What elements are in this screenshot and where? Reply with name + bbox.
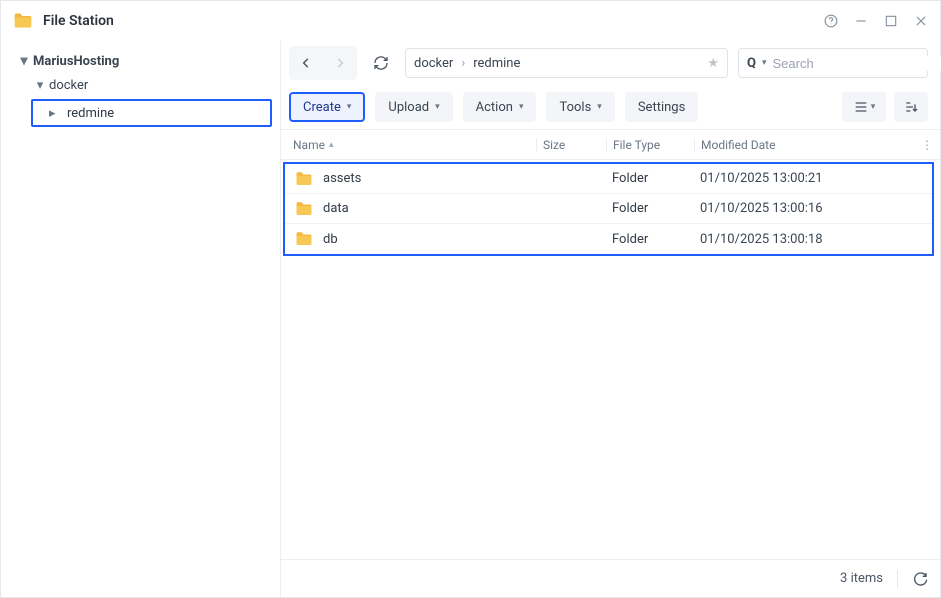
favorite-star-icon[interactable]: ★ [707, 56, 719, 71]
search-icon: Q [747, 56, 756, 71]
chevron-down-icon: ▾ [347, 102, 352, 112]
columns-menu-icon[interactable]: ⋮ [914, 138, 940, 152]
folder-icon [295, 170, 313, 188]
tree-root[interactable]: ▾ MariusHosting [1, 49, 280, 73]
search-box[interactable]: Q▾ [738, 48, 928, 78]
divider [897, 570, 898, 588]
main-panel: docker › redmine ★ Q▾ Create▾ Upload▾ Ac… [281, 41, 940, 597]
table-row[interactable]: db Folder 01/10/2025 13:00:18 [285, 224, 932, 254]
view-list-button[interactable]: ▾ [842, 92, 886, 122]
tree-item-label: redmine [67, 106, 114, 121]
app-title: File Station [43, 13, 114, 29]
action-button[interactable]: Action▾ [463, 92, 537, 122]
file-modified: 01/10/2025 13:00:18 [694, 232, 932, 247]
tree-item-docker[interactable]: ▾ docker [1, 73, 280, 97]
item-count: 3 items [840, 571, 883, 586]
file-table: Name▴ Size File Type Modified Date ⋮ ass… [281, 129, 940, 559]
chevron-right-icon: › [461, 56, 465, 71]
chevron-down-icon[interactable]: ▾ [15, 53, 33, 69]
file-name: data [323, 201, 349, 216]
file-type: Folder [606, 232, 694, 247]
chevron-right-icon[interactable]: ▸ [49, 106, 65, 121]
chevron-down-icon: ▾ [871, 102, 876, 112]
tools-button[interactable]: Tools▾ [546, 92, 614, 122]
search-input[interactable] [773, 56, 941, 71]
chevron-down-icon[interactable]: ▾ [31, 78, 49, 93]
app-folder-icon [13, 11, 33, 31]
tree-item-redmine[interactable]: ▸ redmine [31, 99, 272, 127]
file-name: db [323, 232, 338, 247]
nav-buttons [289, 46, 357, 80]
minimize-icon[interactable] [854, 14, 868, 28]
back-button[interactable] [292, 49, 320, 77]
status-bar: 3 items [281, 559, 940, 597]
reload-icon[interactable] [912, 571, 928, 587]
navigation-bar: docker › redmine ★ Q▾ [281, 41, 940, 85]
titlebar: File Station [1, 1, 940, 41]
tree-root-label: MariusHosting [33, 54, 119, 69]
column-header-modified[interactable]: Modified Date [694, 138, 914, 152]
table-header: Name▴ Size File Type Modified Date ⋮ [281, 130, 940, 160]
chevron-down-icon: ▾ [597, 102, 602, 112]
sidebar-tree: ▾ MariusHosting ▾ docker ▸ redmine [1, 41, 281, 597]
action-toolbar: Create▾ Upload▾ Action▾ Tools▾ Settings … [281, 85, 940, 129]
refresh-button[interactable] [367, 49, 395, 77]
file-modified: 01/10/2025 13:00:16 [694, 201, 932, 216]
chevron-down-icon: ▾ [519, 102, 524, 112]
chevron-down-icon: ▾ [435, 102, 440, 112]
upload-button[interactable]: Upload▾ [375, 92, 452, 122]
file-name: assets [323, 171, 361, 186]
table-row[interactable]: assets Folder 01/10/2025 13:00:21 [285, 164, 932, 194]
sort-asc-icon: ▴ [329, 140, 334, 150]
folder-icon [295, 200, 313, 218]
breadcrumb[interactable]: docker › redmine ★ [405, 48, 728, 78]
help-icon[interactable] [824, 14, 838, 28]
close-icon[interactable] [914, 14, 928, 28]
file-station-window: File Station ▾ MariusHosting ▾ docker ▸ … [0, 0, 941, 598]
file-list-highlight: assets Folder 01/10/2025 13:00:21 data F… [283, 162, 934, 256]
file-type: Folder [606, 171, 694, 186]
maximize-icon[interactable] [884, 14, 898, 28]
create-button[interactable]: Create▾ [289, 92, 365, 122]
table-row[interactable]: data Folder 01/10/2025 13:00:16 [285, 194, 932, 224]
column-header-size[interactable]: Size [536, 138, 606, 152]
breadcrumb-part[interactable]: docker [414, 56, 453, 71]
column-header-type[interactable]: File Type [606, 138, 694, 152]
forward-button [326, 49, 354, 77]
window-controls [824, 14, 928, 28]
chevron-down-icon[interactable]: ▾ [762, 58, 767, 68]
file-type: Folder [606, 201, 694, 216]
breadcrumb-part[interactable]: redmine [473, 56, 520, 71]
settings-button[interactable]: Settings [625, 92, 698, 122]
tree-item-label: docker [49, 78, 88, 93]
sort-button[interactable] [894, 92, 928, 122]
folder-icon [295, 230, 313, 248]
column-header-name[interactable]: Name▴ [281, 138, 536, 152]
file-modified: 01/10/2025 13:00:21 [694, 171, 932, 186]
